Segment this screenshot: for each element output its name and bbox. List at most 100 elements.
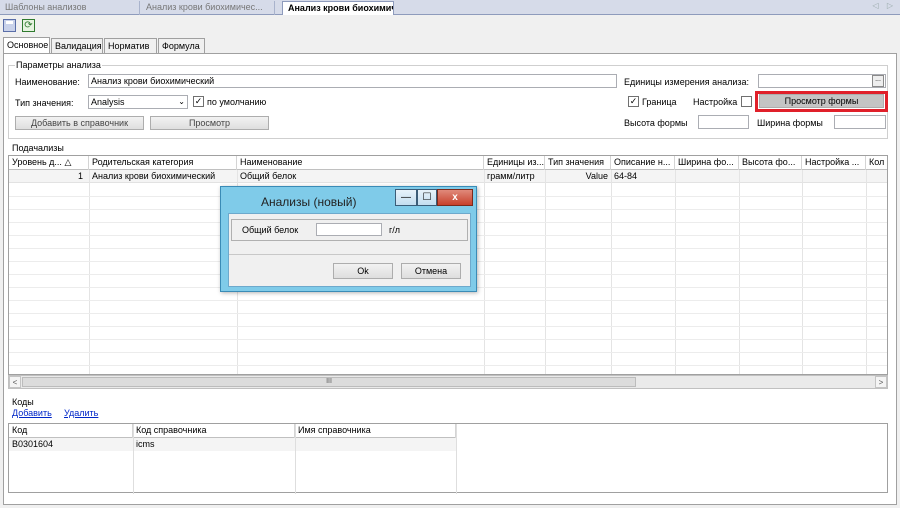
- grid-header: Уровень д... △ Родительская категория На…: [9, 156, 887, 170]
- dialog-field-panel: Общий белок г/л: [231, 219, 468, 241]
- doc-tab-analysis-active[interactable]: Анализ крови биохимиче...×: [282, 1, 394, 15]
- preview-button[interactable]: Просмотр: [150, 116, 269, 130]
- cell-desc: 64-84: [614, 171, 638, 181]
- col-type[interactable]: Тип значения: [545, 156, 611, 170]
- col-code[interactable]: Код: [9, 424, 133, 438]
- form-height-input[interactable]: [698, 115, 749, 129]
- grid-line: [295, 424, 296, 494]
- chevron-down-icon: ⌄: [178, 97, 185, 106]
- col-height[interactable]: Высота фо...: [739, 156, 802, 170]
- tab-normative[interactable]: Норматив: [104, 38, 157, 53]
- table-row[interactable]: B0301604 icms: [9, 438, 456, 451]
- sort-icon: △: [64, 157, 72, 167]
- cell-units: грамм/литр: [487, 171, 535, 181]
- grid-line: [9, 352, 887, 353]
- grid-line: [133, 424, 134, 494]
- grid-line: [9, 300, 887, 301]
- doc-tab-label: Анализ крови биохимиче...: [288, 3, 393, 13]
- setup-label: Настройка: [693, 97, 738, 107]
- tab-main[interactable]: Основное: [3, 37, 50, 54]
- table-row[interactable]: 1 Анализ крови биохимический Общий белок…: [9, 170, 887, 183]
- cancel-button[interactable]: Отмена: [401, 263, 461, 279]
- grid-line: [9, 326, 887, 327]
- grid-line: [802, 170, 803, 374]
- cell-parent: Анализ крови биохимический: [92, 171, 216, 181]
- protein-input[interactable]: [316, 223, 382, 236]
- maximize-icon[interactable]: ☐: [417, 189, 437, 206]
- grid-line: [9, 365, 887, 366]
- grid-line: [456, 424, 457, 494]
- codes-grid-header: Код Код справочника Имя справочника: [9, 424, 456, 438]
- border-checkbox[interactable]: ✓: [628, 96, 639, 107]
- dialog-title: Анализы (новый): [261, 195, 357, 209]
- codes-grid[interactable]: Код Код справочника Имя справочника B030…: [8, 423, 888, 494]
- toolbar: ⟳: [0, 16, 900, 36]
- ok-button[interactable]: Ok: [333, 263, 393, 279]
- grid-line: [866, 170, 867, 374]
- scroll-right-icon[interactable]: >: [875, 376, 887, 388]
- save-icon[interactable]: [3, 19, 16, 32]
- minimize-icon[interactable]: —: [395, 189, 417, 206]
- grid-line: [739, 170, 740, 374]
- grid-line: [9, 339, 887, 340]
- grid-line: [611, 170, 612, 374]
- cell-ref-name: [295, 438, 456, 451]
- value-type-select[interactable]: Analysis ⌄: [88, 95, 188, 109]
- cell-ref-code: icms: [136, 439, 155, 449]
- params-group-title: Параметры анализа: [15, 60, 102, 70]
- doc-tab-analysis-1[interactable]: Анализ крови биохимичес...: [141, 1, 275, 15]
- dialog-body: Общий белок г/л Ok Отмена: [228, 213, 471, 287]
- value-type-value: Analysis: [91, 97, 125, 107]
- scroll-left-icon[interactable]: <: [9, 376, 21, 388]
- delete-code-link[interactable]: Удалить: [64, 408, 98, 418]
- col-parent[interactable]: Родительская категория: [89, 156, 237, 170]
- col-desc[interactable]: Описание н...: [611, 156, 675, 170]
- form-width-label: Ширина формы: [757, 118, 823, 128]
- units-label: Единицы измерения анализа:: [624, 77, 750, 87]
- grid-line: [675, 170, 676, 374]
- name-input[interactable]: Анализ крови биохимический: [88, 74, 617, 88]
- add-to-reference-button[interactable]: Добавить в справочник: [15, 116, 144, 130]
- grid-line: [89, 170, 90, 374]
- default-label: по умолчанию: [207, 97, 267, 107]
- col-units[interactable]: Единицы из...: [484, 156, 545, 170]
- cell-level: 1: [77, 171, 83, 181]
- document-tab-strip: Шаблоны анализов Анализ крови биохимичес…: [0, 0, 900, 15]
- add-code-link[interactable]: Добавить: [12, 408, 52, 418]
- setup-checkbox[interactable]: [741, 96, 752, 107]
- cell-code: B0301604: [12, 439, 54, 449]
- value-type-label: Тип значения:: [15, 98, 74, 108]
- close-icon[interactable]: x: [437, 189, 473, 206]
- dialog-separator: [229, 254, 470, 255]
- units-picker-button[interactable]: ...: [872, 75, 884, 87]
- col-name[interactable]: Наименование: [237, 156, 484, 170]
- form-width-input[interactable]: [834, 115, 886, 129]
- cell-type: Value: [585, 171, 608, 181]
- col-ref-name[interactable]: Имя справочника: [295, 424, 456, 438]
- grid-line: [545, 170, 546, 374]
- tab-formula[interactable]: Формула: [158, 38, 205, 53]
- default-checkbox[interactable]: ✓: [193, 96, 204, 107]
- form-height-label: Высота формы: [624, 118, 688, 128]
- name-label: Наименование:: [15, 77, 80, 87]
- preview-form-button[interactable]: Просмотр формы: [759, 94, 884, 108]
- horizontal-scrollbar[interactable]: < III >: [8, 375, 888, 389]
- grid-line: [484, 170, 485, 374]
- grid-line: [9, 313, 887, 314]
- tab-validation[interactable]: Валидация: [51, 38, 103, 53]
- col-width[interactable]: Ширина фо...: [675, 156, 739, 170]
- doc-tab-templates[interactable]: Шаблоны анализов: [0, 1, 140, 15]
- col-setup[interactable]: Настройка ...: [802, 156, 866, 170]
- scroll-thumb[interactable]: III: [22, 377, 636, 387]
- col-ref-code[interactable]: Код справочника: [133, 424, 295, 438]
- refresh-icon[interactable]: ⟳: [22, 19, 35, 32]
- cell-name: Общий белок: [240, 171, 297, 181]
- tab-scroll-arrows[interactable]: ◁ ▷: [872, 1, 896, 10]
- col-count[interactable]: Кол: [866, 156, 887, 170]
- protein-label: Общий белок: [242, 225, 299, 235]
- analysis-dialog[interactable]: Анализы (новый) — ☐ x Общий белок г/л Ok…: [220, 186, 477, 292]
- border-label: Граница: [642, 97, 677, 107]
- col-level[interactable]: Уровень д... △: [9, 156, 89, 170]
- protein-unit: г/л: [389, 225, 401, 235]
- units-input[interactable]: [758, 74, 886, 88]
